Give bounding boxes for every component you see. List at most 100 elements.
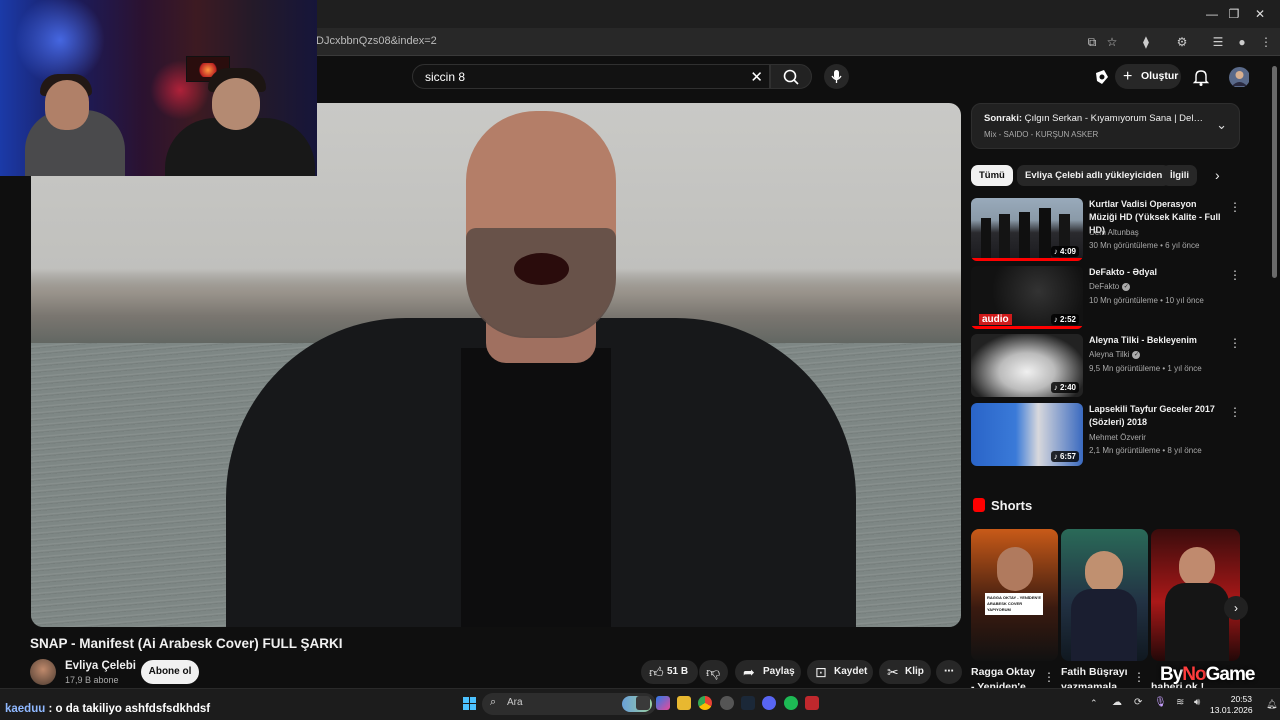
recommendation-item[interactable]: ♪ 2:40 Aleyna Tilki - Bekleyenim Aleyna …: [971, 334, 1241, 398]
reading-list-icon[interactable]: ☰: [1210, 34, 1226, 50]
volume-icon[interactable]: 🔊︎: [1194, 697, 1200, 708]
bookmark-star-icon[interactable]: ☆: [1104, 34, 1120, 50]
more-actions-button[interactable]: ⋯: [936, 660, 962, 684]
scrollbar-thumb[interactable]: [1272, 66, 1277, 278]
wifi-icon[interactable]: ≋: [1176, 697, 1184, 708]
short-title[interactable]: Fatih Büşrayı: [1061, 666, 1128, 678]
recommendation-channel-line[interactable]: DeFakto ✓: [1089, 282, 1131, 291]
recommendation-item[interactable]: audio ♪ 2:52 DeFakto - Ədyal DeFakto ✓ 10…: [971, 266, 1241, 330]
account-avatar[interactable]: [1229, 67, 1249, 87]
shorts-next-arrow-icon[interactable]: ›: [1224, 596, 1248, 620]
like-button[interactable]: 👍︎ 51 B: [641, 660, 698, 684]
app-icon[interactable]: [805, 696, 819, 710]
video-title: SNAP - Manifest (Ai Arabesk Cover) FULL …: [30, 636, 343, 651]
microphone-tray-icon[interactable]: 🎙︎: [1154, 697, 1167, 708]
video-thumbnail[interactable]: ♪ 4:09: [971, 198, 1083, 261]
up-next-prefix: Sonraki:: [984, 113, 1023, 124]
minimize-icon[interactable]: —: [1204, 6, 1220, 22]
cast-icon[interactable]: [1092, 67, 1112, 87]
short-thumbnail[interactable]: [1061, 529, 1148, 661]
more-vertical-icon[interactable]: ⋮: [1043, 670, 1055, 684]
duration-badge: ♪ 6:57: [1050, 451, 1079, 462]
recommendation-meta: 10 Mn görüntüleme • 10 yıl önce: [1089, 296, 1204, 305]
voice-search-button[interactable]: [824, 64, 849, 89]
short-body: [1165, 583, 1229, 661]
short-title[interactable]: Ragga Oktay: [971, 666, 1035, 678]
clock-time: 20:53: [1230, 694, 1252, 704]
chrome-icon[interactable]: [698, 696, 712, 710]
extensions-icon[interactable]: ⧫: [1138, 34, 1154, 50]
chevron-down-icon[interactable]: ⌄: [1216, 117, 1227, 133]
recommendation-title[interactable]: Aleyna Tilki - Bekleyenim: [1089, 334, 1221, 347]
notification-bell-icon[interactable]: 🔔︎: [1266, 699, 1277, 710]
recommendation-title[interactable]: Lapsekili Tayfur Geceler 2017 (Sözleri) …: [1089, 403, 1221, 429]
tray-chevron-icon[interactable]: ⌃: [1090, 698, 1098, 709]
create-button[interactable]: + Oluştur: [1115, 64, 1181, 89]
video-thumbnail[interactable]: ♪ 2:40: [971, 334, 1083, 397]
more-vertical-icon[interactable]: ⋮: [1229, 336, 1241, 350]
duration-badge: ♪ 2:52: [1050, 314, 1079, 325]
search-icon: [783, 69, 799, 85]
save-button[interactable]: ⊡ Kaydet: [807, 660, 873, 684]
duration-badge: ♪ 4:09: [1050, 246, 1079, 257]
browser-menu-icon[interactable]: ⋮: [1258, 34, 1274, 50]
thumbs-down-icon: 👎︎: [706, 664, 721, 680]
taskbar-clock[interactable]: 20:53 13.01.2026: [1210, 694, 1253, 716]
subscribe-button[interactable]: Abone ol: [141, 660, 199, 684]
clip-button[interactable]: ✂ Klip: [879, 660, 931, 684]
short-thumbnail[interactable]: RAGGA OKTAY - YENİDEN'E ARABESK COVER YA…: [971, 529, 1058, 661]
dislike-button[interactable]: 👎︎: [699, 660, 728, 684]
channel-name[interactable]: Evliya Çelebi: [65, 660, 136, 672]
chip-from-uploader[interactable]: Evliya Çelebi adlı yükleyiciden: [1017, 165, 1171, 186]
thumbnail-label: audio: [979, 314, 1012, 325]
video-thumbnail[interactable]: audio ♪ 2:52: [971, 266, 1083, 329]
video-thumbnail[interactable]: ♪ 6:57: [971, 403, 1083, 466]
video-player[interactable]: [31, 103, 961, 627]
extension-icon[interactable]: ⚙: [1174, 34, 1190, 50]
task-view-icon[interactable]: [636, 696, 650, 710]
steam-icon[interactable]: [741, 696, 755, 710]
chip-related[interactable]: İlgili: [1162, 165, 1197, 186]
cloud-icon[interactable]: ☁: [1112, 697, 1122, 708]
file-explorer-icon[interactable]: [677, 696, 691, 710]
obs-icon[interactable]: [720, 696, 734, 710]
search-input[interactable]: siccin 8 ✕: [412, 64, 770, 89]
bookmark-icon: ⊡: [815, 664, 827, 680]
thumbs-up-icon: 👍︎: [649, 664, 664, 680]
install-app-icon[interactable]: ⧉: [1084, 34, 1100, 50]
recommendation-channel[interactable]: Aleyna Tilki: [1089, 350, 1129, 359]
scissors-icon: ✂: [887, 664, 899, 680]
more-vertical-icon[interactable]: ⋮: [1229, 268, 1241, 282]
up-next-mix-card[interactable]: Sonraki: Çılgın Serkan - Kıyamıyorum San…: [971, 103, 1240, 149]
search-button[interactable]: [770, 64, 812, 89]
profile-icon[interactable]: ●: [1234, 34, 1250, 50]
recommendation-channel[interactable]: DeFakto: [1089, 282, 1119, 291]
copilot-icon[interactable]: [656, 696, 670, 710]
recommendation-item[interactable]: ♪ 6:57 Lapsekili Tayfur Geceler 2017 (Sö…: [971, 403, 1241, 467]
clip-label: Klip: [905, 666, 924, 677]
short-thumbnail[interactable]: [1151, 529, 1240, 661]
recommendation-channel[interactable]: Mehmet Özverir: [1089, 433, 1146, 442]
chip-all[interactable]: Tümü: [971, 165, 1013, 186]
url-text[interactable]: DJcxbbnQzs08&index=2: [316, 35, 437, 47]
like-count: 51 B: [667, 666, 689, 677]
recommendation-channel[interactable]: Cem Altunbaş: [1089, 228, 1139, 237]
more-vertical-icon[interactable]: ⋮: [1229, 200, 1241, 214]
maximize-icon[interactable]: ❐: [1226, 6, 1242, 22]
channel-avatar[interactable]: [30, 659, 56, 685]
recommendation-channel-line[interactable]: Aleyna Tilki ✓: [1089, 350, 1141, 359]
recommendation-item[interactable]: ♪ 4:09 Kurtlar Vadisi Operasyon Müziği H…: [971, 198, 1241, 262]
share-button[interactable]: ➦ Paylaş: [735, 660, 801, 684]
close-window-icon[interactable]: ✕: [1252, 6, 1268, 22]
more-vertical-icon[interactable]: ⋮: [1133, 670, 1145, 684]
recommendation-title[interactable]: DeFakto - Ədyal: [1089, 266, 1221, 279]
discord-icon[interactable]: [762, 696, 776, 710]
more-vertical-icon[interactable]: ⋮: [1229, 405, 1241, 419]
network-tray-icon[interactable]: ⟳: [1134, 697, 1142, 708]
notifications-bell-icon[interactable]: [1191, 67, 1211, 87]
chevron-right-icon[interactable]: ›: [1215, 167, 1220, 183]
taskbar-search[interactable]: ⌕ Ara: [482, 693, 656, 715]
windows-start-icon[interactable]: [463, 697, 476, 710]
spotify-icon[interactable]: [784, 696, 798, 710]
clear-search-icon[interactable]: ✕: [750, 68, 763, 86]
